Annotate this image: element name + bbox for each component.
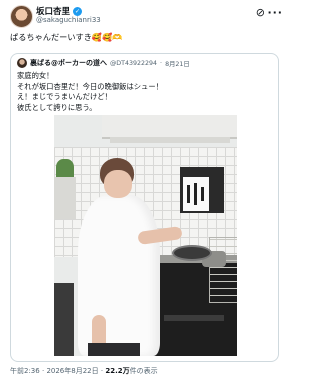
quote-avatar	[17, 58, 27, 68]
quote-line: え！まじでうまいんだけど！	[17, 92, 112, 101]
footer-separator: ·	[100, 367, 104, 375]
verified-badge-icon: ✓	[73, 6, 83, 16]
quote-author-handle: @DT43922294	[110, 59, 158, 67]
quote-header: 裏ぱる@ポーカーの道へ @DT43922294 · 8月21日	[17, 58, 190, 68]
dish-rack	[209, 237, 237, 303]
quote-body: 家庭的女！ それが坂口杏里だ！今日の晩御飯はシュー！ え！まじでうまいんだけど！…	[17, 71, 267, 113]
footer-separator: ·	[41, 367, 45, 375]
range-hood	[102, 115, 237, 139]
quote-date: 8月21日	[165, 60, 190, 68]
quote-line: 彼氏として誇りに思う。	[17, 102, 97, 112]
more-icon[interactable]: ···	[267, 6, 283, 19]
quote-line: 家庭的女！	[17, 71, 54, 80]
range-hood-underside	[110, 137, 230, 143]
grok-icon[interactable]: ⊘	[256, 6, 265, 19]
views-label: 件の表示	[129, 367, 158, 375]
calendar-ink	[201, 187, 204, 201]
person-body	[78, 195, 160, 356]
quote-author-name: 裏ぱる@ポーカーの道へ	[30, 59, 107, 67]
person-face	[104, 170, 132, 198]
stove-panel	[164, 315, 224, 321]
tweet-time[interactable]: 午前2:36	[10, 367, 40, 375]
author-handle[interactable]: @sakaguchianri33	[36, 16, 101, 24]
avatar[interactable]	[10, 5, 33, 28]
plant	[56, 159, 74, 179]
person-pants	[88, 343, 140, 356]
quoted-tweet[interactable]: 裏ぱる@ポーカーの道へ @DT43922294 · 8月21日 家庭的女！ それ…	[10, 53, 279, 362]
quote-line: それが坂口杏里だ！今日の晩御飯はシュー！	[17, 81, 163, 91]
views-count: 22.2万	[105, 367, 130, 375]
left-cabinet	[54, 283, 74, 356]
left-shelf	[54, 177, 76, 219]
calendar-ink	[194, 183, 197, 205]
tweet-date[interactable]: 2026年8月22日	[46, 367, 98, 375]
quote-separator: ·	[160, 59, 163, 67]
calendar-ink	[187, 185, 190, 203]
frying-pan	[172, 245, 212, 261]
tweet-footer: 午前2:36 · 2026年8月22日 · 22.2万件の表示	[10, 366, 158, 376]
tweet-header: 坂口杏里 ✓ @sakaguchianri33 ⊘ ···	[10, 4, 283, 28]
tweet-text: ぱるちゃんだーいすき🥰🥰🫶	[10, 32, 123, 42]
quote-photo[interactable]	[54, 115, 237, 356]
